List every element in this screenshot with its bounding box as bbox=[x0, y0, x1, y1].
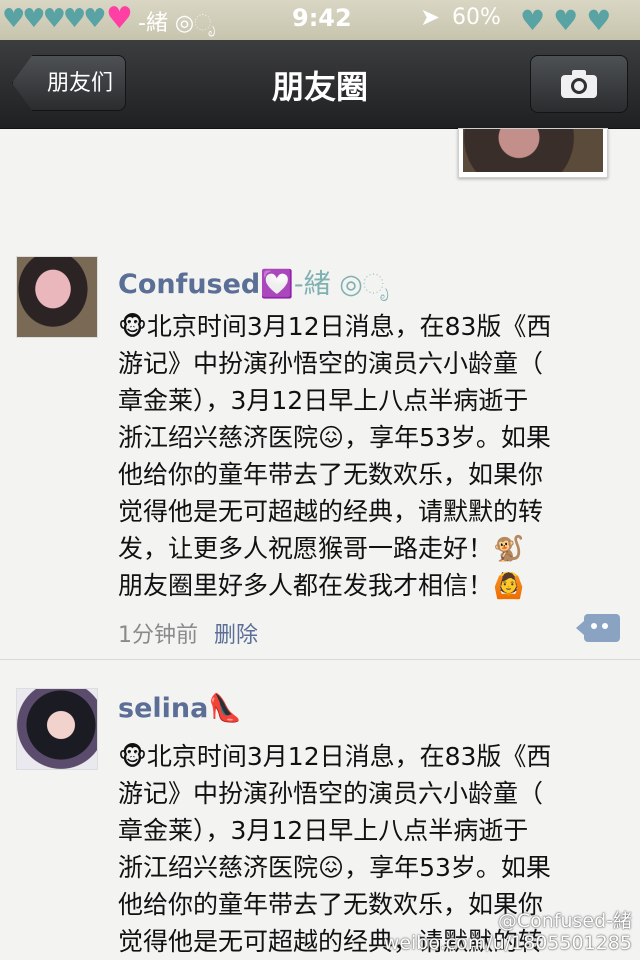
post-line: 他给你的童年带去了无数欢乐，如果你 bbox=[118, 460, 544, 489]
camera-icon bbox=[561, 70, 597, 98]
post-line: 🐵北京时间3月12日消息，在83版《西 bbox=[118, 742, 552, 771]
post-line: 浙江绍兴慈济医院😖，享年53岁。如果 bbox=[118, 423, 551, 452]
post-line: 朋友圈里好多人都在发我才相信！🙆 bbox=[118, 571, 525, 600]
author-name: Confused bbox=[118, 269, 261, 300]
post-line: 章金莱），3月12日早上八点半病逝于 bbox=[118, 816, 529, 845]
status-hearts-icon: ♥♥♥♥♥ bbox=[2, 4, 107, 34]
comment-button[interactable] bbox=[576, 614, 620, 642]
author-suffix: -緒 ◎ೃ bbox=[293, 269, 390, 300]
comment-dots-icon bbox=[591, 623, 597, 629]
weibo-watermark: @Confused-緒 weibo.com/u/1805501285 bbox=[384, 910, 632, 954]
avatar[interactable] bbox=[16, 256, 98, 338]
post-line: 游记》中扮演孙悟空的演员六小龄童（ bbox=[118, 349, 544, 378]
post-divider bbox=[0, 659, 640, 660]
post-line: 🐵北京时间3月12日消息，在83版《西 bbox=[118, 312, 552, 341]
watermark-url: weibo.com/u/1805501285 bbox=[383, 932, 632, 954]
cover-photo[interactable] bbox=[458, 128, 608, 178]
navigation-bar: 朋友们 朋友圈 bbox=[0, 40, 640, 129]
status-carrier-name: -緒 ◎ೃ bbox=[138, 11, 216, 36]
camera-button[interactable] bbox=[530, 55, 628, 113]
author-name: selina bbox=[118, 693, 209, 724]
post-author[interactable]: Confused💟-緒 ◎ೃ bbox=[118, 262, 389, 301]
watermark-handle: @Confused-緒 bbox=[497, 910, 632, 932]
location-arrow-icon: ➤ bbox=[420, 3, 441, 31]
high-heel-emoji-icon: 👠 bbox=[208, 693, 242, 724]
post-line: 游记》中扮演孙悟空的演员六小龄童（ bbox=[118, 779, 544, 808]
post-author[interactable]: selina👠 bbox=[118, 692, 242, 724]
status-right-icons: ♥♥♥ bbox=[520, 4, 620, 37]
status-bar: ♥♥♥♥♥ ♥ -緒 ◎ೃ 9:42 ➤ 60% ♥♥♥ bbox=[0, 0, 640, 40]
post-line: 浙江绍兴慈济医院😖，享年53岁。如果 bbox=[118, 853, 551, 882]
heart-emoji-icon: 💟 bbox=[260, 269, 294, 300]
battery-percent: 60% bbox=[452, 5, 501, 30]
status-time: 9:42 bbox=[292, 4, 352, 32]
post-line: 觉得他是无可超越的经典，请默默的转 bbox=[118, 497, 544, 526]
post-text: 🐵北京时间3月12日消息，在83版《西 游记》中扮演孙悟空的演员六小龄童（ 章金… bbox=[118, 308, 618, 604]
pink-heart-icon: ♥ bbox=[106, 1, 133, 36]
post-line: 发，让更多人祝愿猴哥一路走好！🐒 bbox=[118, 534, 525, 563]
post-line: 章金莱），3月12日早上八点半病逝于 bbox=[118, 386, 529, 415]
post-meta: 1分钟前 删除 bbox=[118, 617, 258, 649]
avatar[interactable] bbox=[16, 688, 98, 770]
delete-button[interactable]: 删除 bbox=[214, 623, 258, 648]
post-time: 1分钟前 bbox=[118, 623, 198, 648]
